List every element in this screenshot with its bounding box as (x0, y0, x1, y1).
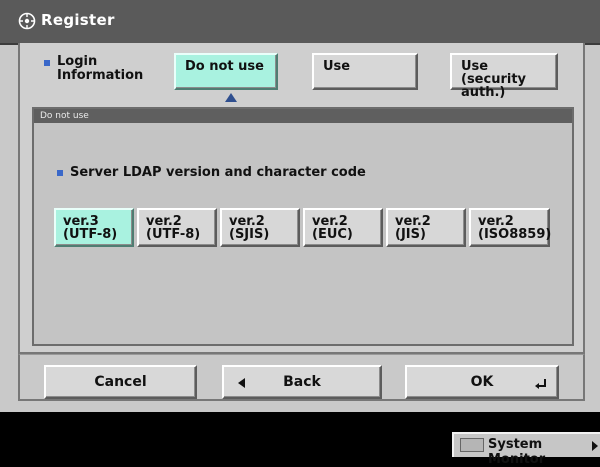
version-line2: (ISO8859) (478, 227, 552, 242)
version-line2: (SJIS) (229, 227, 270, 242)
version-line2: (UTF-8) (63, 227, 118, 242)
version-button-v3-utf8[interactable]: ver.3 (UTF-8) (54, 208, 134, 247)
chevron-right-icon (592, 441, 598, 451)
back-button[interactable]: Back (222, 365, 382, 399)
back-label: Back (283, 374, 321, 390)
version-line2: (JIS) (395, 227, 426, 242)
version-button-v2-sjis[interactable]: ver.2 (SJIS) (220, 208, 300, 247)
enter-icon (535, 379, 546, 389)
system-monitor-label: System Monitor (488, 437, 546, 467)
selection-pointer-icon (225, 93, 237, 102)
login-option-do-not-use-label: Do not use (185, 59, 264, 74)
version-button-v2-jis[interactable]: ver.2 (JIS) (386, 208, 466, 247)
section-bullet (57, 170, 63, 176)
window-title: Register (41, 11, 115, 29)
back-arrow-icon (238, 378, 245, 388)
system-monitor-icon (460, 438, 484, 452)
login-label-line2: Information (57, 68, 144, 83)
register-screen: Register Login Information Do not use Us… (0, 0, 600, 412)
login-option-use[interactable]: Use (312, 53, 418, 90)
version-line2: (EUC) (312, 227, 353, 242)
cancel-label: Cancel (94, 374, 147, 390)
version-button-v2-utf8[interactable]: ver.2 (UTF-8) (137, 208, 217, 247)
login-option-use-security-auth[interactable]: Use (security auth.) (450, 53, 558, 99)
section-label: Server LDAP version and character code (70, 165, 366, 180)
system-monitor-button[interactable]: System Monitor (452, 432, 600, 467)
version-button-v2-iso8859[interactable]: ver.2 (ISO8859) (469, 208, 552, 247)
ok-button[interactable]: OK (405, 365, 559, 399)
login-option-security-line1: Use (security (461, 59, 527, 87)
title-bar: Register (0, 0, 600, 45)
login-option-do-not-use[interactable]: Do not use (174, 53, 278, 90)
login-label: Login Information (57, 55, 143, 83)
cancel-button[interactable]: Cancel (44, 365, 197, 399)
login-label-line1: Login (57, 54, 98, 69)
panel-header: Do not use (34, 109, 572, 123)
login-bullet (44, 60, 50, 66)
version-line2: (UTF-8) (146, 227, 201, 242)
version-button-v2-euc[interactable]: ver.2 (EUC) (303, 208, 383, 247)
ok-label: OK (470, 374, 494, 390)
login-option-use-label: Use (323, 59, 351, 74)
login-option-security-line2: auth.) (461, 85, 506, 100)
ldap-register-icon (18, 12, 36, 30)
